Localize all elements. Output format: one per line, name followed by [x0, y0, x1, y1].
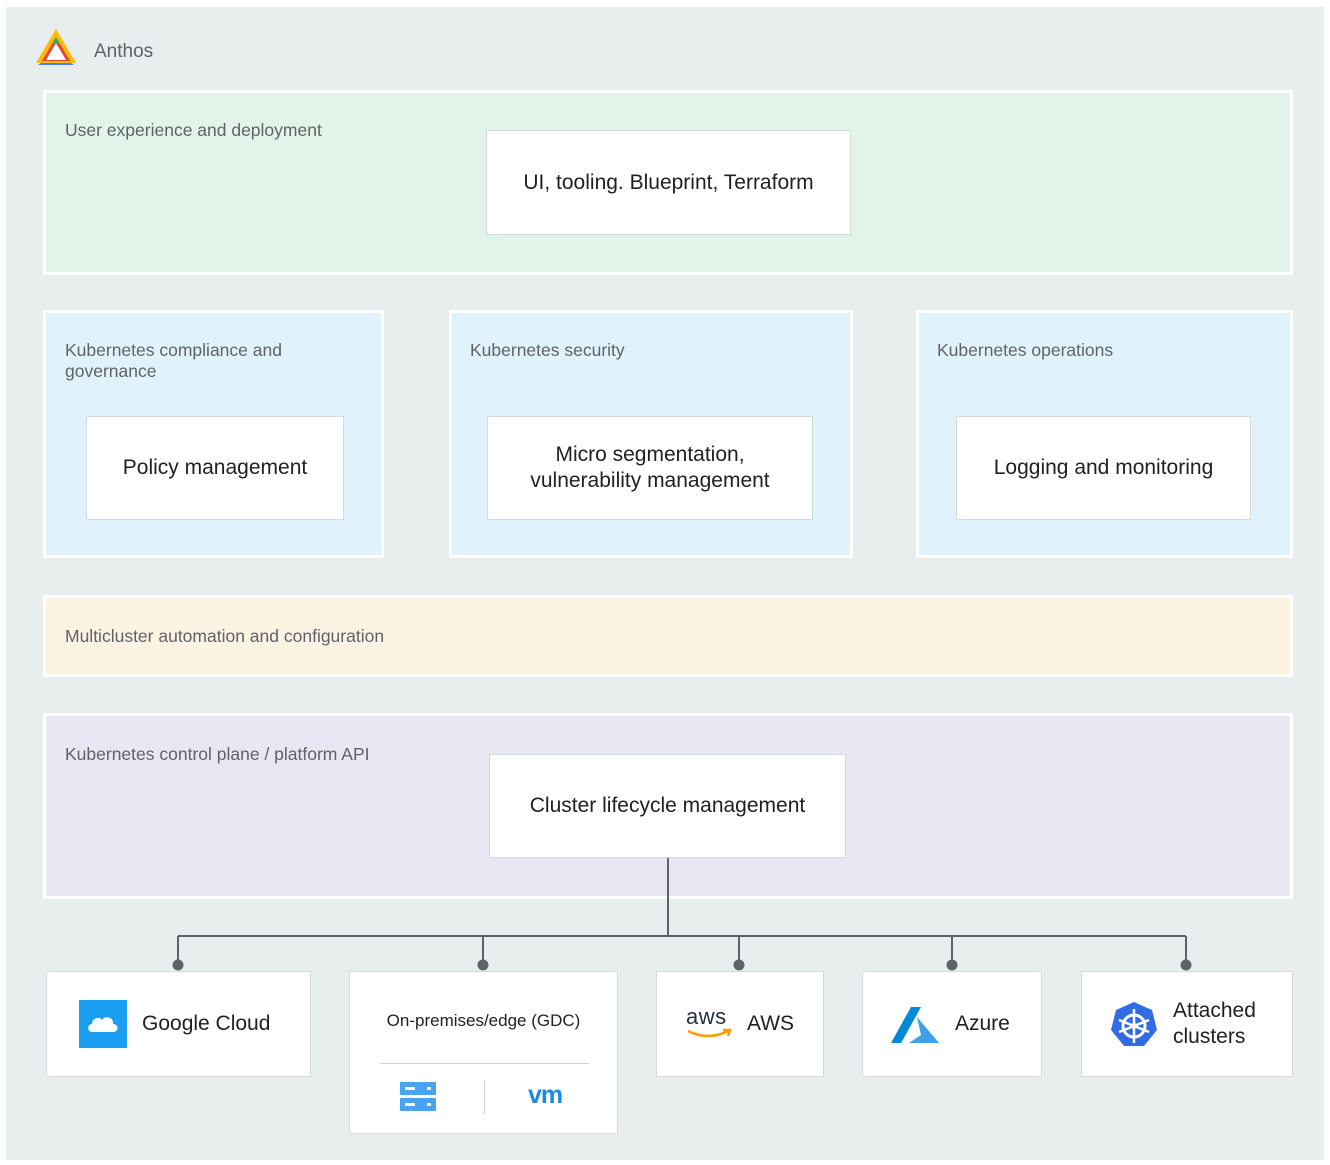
on-prem-label: On-premises/edge (GDC): [386, 1011, 581, 1030]
on-prem-icon-divider: [484, 1080, 485, 1114]
attached-clusters-card: Attached clusters: [1081, 971, 1293, 1077]
connector-dot-azure: [946, 959, 958, 971]
connector-dot-on-prem: [477, 959, 489, 971]
aws-smile-icon: [687, 1028, 732, 1038]
azure-label: Azure: [955, 1012, 1010, 1035]
attached-clusters-label: Attached clusters: [1173, 999, 1256, 1048]
google-cloud-label: Google Cloud: [142, 1012, 271, 1035]
diagram-canvas: Anthos User experience and deployment UI…: [6, 7, 1324, 1160]
server-icon: [400, 1082, 436, 1111]
google-cloud-icon: [79, 1000, 127, 1048]
kubernetes-icon: [1111, 1002, 1157, 1046]
aws-label: AWS: [747, 1012, 795, 1035]
aws-logo-icon: aws: [686, 1004, 727, 1029]
connector-dot-aws: [733, 959, 745, 971]
vmware-icon: vm: [528, 1081, 563, 1109]
on-prem-divider: [380, 1063, 589, 1064]
on-prem-card: On-premises/edge (GDC) vm: [349, 971, 618, 1134]
google-cloud-card: Google Cloud: [46, 971, 311, 1077]
connector-dot-google-cloud: [172, 959, 184, 971]
aws-card: aws AWS: [656, 971, 824, 1077]
connector-dot-attached: [1180, 959, 1192, 971]
azure-card: Azure: [862, 971, 1042, 1077]
azure-logo-icon: [891, 1007, 939, 1043]
